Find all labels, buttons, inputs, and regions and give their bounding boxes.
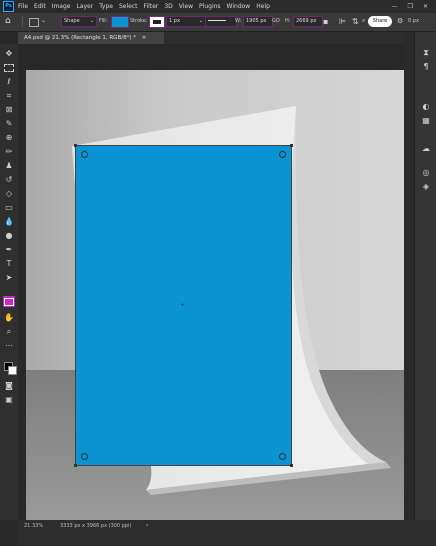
properties-icon[interactable]: ◎ <box>421 168 431 178</box>
brush-icon[interactable]: ✏ <box>3 146 15 157</box>
menu-bar: Ps File Edit Image Layer Type Select Fil… <box>0 0 436 13</box>
menu-layer[interactable]: Layer <box>76 3 93 10</box>
mode-value: Shape <box>64 18 80 24</box>
path-select-icon[interactable]: ➤ <box>3 272 15 283</box>
zoom-readout: 0 px <box>408 18 419 24</box>
fill-swatch[interactable] <box>111 16 129 28</box>
corner-handle[interactable] <box>81 453 88 460</box>
stroke-width-field[interactable]: 1 px ⌄ <box>166 16 206 27</box>
hand-icon[interactable]: ✋ <box>3 312 15 323</box>
menu-edit[interactable]: Edit <box>34 3 46 10</box>
stroke-swatch[interactable] <box>149 16 165 28</box>
close-window-button[interactable]: ✕ <box>423 3 428 10</box>
dodge-icon[interactable]: ● <box>3 230 15 241</box>
zoom-level[interactable]: 21.33% <box>24 523 43 529</box>
type-icon[interactable]: T <box>3 258 15 269</box>
settings-gear-icon[interactable]: ⚙ <box>397 17 403 25</box>
width-label: W: <box>235 18 242 24</box>
stamp-icon[interactable]: ♟ <box>3 160 15 171</box>
stroke-width-value: 1 px <box>169 18 180 24</box>
bounding-handle[interactable] <box>74 464 77 467</box>
share-button[interactable]: Share <box>368 16 392 27</box>
zoom-icon[interactable]: ⌕ <box>3 326 15 337</box>
bounding-handle[interactable] <box>290 144 293 147</box>
bounding-handle[interactable] <box>74 144 77 147</box>
menu-select[interactable]: Select <box>119 3 138 10</box>
document-tab[interactable]: A4.psd @ 21.3% (Rectangle 1, RGB/8*) * × <box>18 32 164 44</box>
gradient-icon[interactable]: ▭ <box>3 202 15 213</box>
background-color-swatch[interactable] <box>8 366 17 375</box>
more-icon[interactable]: ⋯ <box>3 340 15 351</box>
menu-filter[interactable]: Filter <box>144 3 159 10</box>
swatches-icon[interactable]: ▦ <box>421 116 431 126</box>
healing-icon[interactable]: ⊕ <box>3 132 15 143</box>
width-value: 1905 px <box>246 18 267 24</box>
rectangle-icon[interactable] <box>3 296 15 307</box>
width-field[interactable]: 1905 px <box>243 16 273 27</box>
menu-window[interactable]: Window <box>227 3 251 10</box>
menu-image[interactable]: Image <box>52 3 71 10</box>
height-field[interactable]: 2669 px <box>293 16 323 27</box>
stroke-label: Stroke: <box>130 18 148 24</box>
quick-mask-icon[interactable]: ◙ <box>3 380 15 391</box>
layers-icon[interactable]: ◈ <box>421 182 431 192</box>
menu-help[interactable]: Help <box>256 3 270 10</box>
search-icon[interactable]: ⌕ <box>362 17 365 25</box>
libraries-icon[interactable]: ☁ <box>421 144 431 154</box>
height-value: 2669 px <box>296 18 317 24</box>
chevron-down-icon[interactable]: ⌄ <box>41 17 46 24</box>
path-arrangement-icon[interactable]: ⇅ <box>352 17 359 26</box>
options-bar: ⌂ ⌄ Shape ⌄ Fill: Stroke: 1 px ⌄ W: 1905… <box>0 13 436 32</box>
paragraph-icon[interactable]: ¶ <box>421 62 431 72</box>
move-icon[interactable]: ✥ <box>3 48 15 59</box>
screen-mode-icon[interactable]: ▣ <box>3 394 15 405</box>
crop-icon[interactable]: ⌗ <box>3 90 15 101</box>
menu-plugins[interactable]: Plugins <box>199 3 221 10</box>
eraser-icon[interactable]: ◇ <box>3 188 15 199</box>
photoshop-logo: Ps <box>3 1 14 12</box>
document-tab-title: A4.psd @ 21.3% (Rectangle 1, RGB/8*) * <box>24 35 136 41</box>
history-icon[interactable]: ⧗ <box>421 48 431 58</box>
close-tab-icon[interactable]: × <box>142 35 147 41</box>
path-operations-icon[interactable]: ▪ <box>323 17 328 26</box>
corner-handle[interactable] <box>279 151 286 158</box>
status-menu-arrow[interactable]: › <box>146 522 148 529</box>
maximize-button[interactable]: ❐ <box>408 3 413 10</box>
stroke-type-select[interactable] <box>205 16 237 27</box>
pen-icon[interactable]: ✒ <box>3 244 15 255</box>
menu-type[interactable]: Type <box>99 3 113 10</box>
color-icon[interactable]: ◐ <box>421 102 431 112</box>
height-label: H: <box>285 18 291 24</box>
right-panel-dock: ⧗ ¶ ◐ ▦ ☁ ◎ ◈ <box>414 32 436 520</box>
marquee-icon[interactable] <box>3 62 15 73</box>
eyedropper-icon[interactable]: ✎ <box>3 118 15 129</box>
mode-select[interactable]: Shape ⌄ <box>61 16 97 27</box>
document-dimensions: 3333 px x 3966 px (300 ppi) <box>60 523 132 529</box>
link-dimensions-icon[interactable]: GO <box>272 18 280 24</box>
blur-icon[interactable]: 💧 <box>3 216 15 227</box>
panel-collapse-strip <box>404 32 414 520</box>
corner-handle[interactable] <box>81 151 88 158</box>
menu-file[interactable]: File <box>18 3 28 10</box>
frame-icon[interactable]: ⊠ <box>3 104 15 115</box>
tool-preset-icon[interactable] <box>29 18 39 27</box>
bounding-handle[interactable] <box>290 464 293 467</box>
path-alignment-icon[interactable]: ⊫ <box>339 17 346 26</box>
status-bar: 21.33% 3333 px x 3966 px (300 ppi) › <box>18 520 436 546</box>
divider <box>22 16 23 27</box>
history-brush-icon[interactable]: ↺ <box>3 174 15 185</box>
lasso-icon[interactable]: ℓ <box>3 76 15 87</box>
rectangle-shape[interactable]: + <box>74 144 293 467</box>
tools-panel: ✥ ℓ ⌗ ⊠ ✎ ⊕ ✏ ♟ ↺ ◇ ▭ 💧 ● ✒ T ➤ ✋ ⌕ ⋯ ◙ … <box>0 44 18 520</box>
minimize-button[interactable]: — <box>392 3 398 10</box>
center-crosshair-icon: + <box>180 302 186 309</box>
menu-view[interactable]: View <box>179 3 193 10</box>
home-icon[interactable]: ⌂ <box>5 16 11 26</box>
fill-label: Fill: <box>99 18 108 24</box>
corner-handle[interactable] <box>279 453 286 460</box>
menu-3d[interactable]: 3D <box>164 3 172 10</box>
